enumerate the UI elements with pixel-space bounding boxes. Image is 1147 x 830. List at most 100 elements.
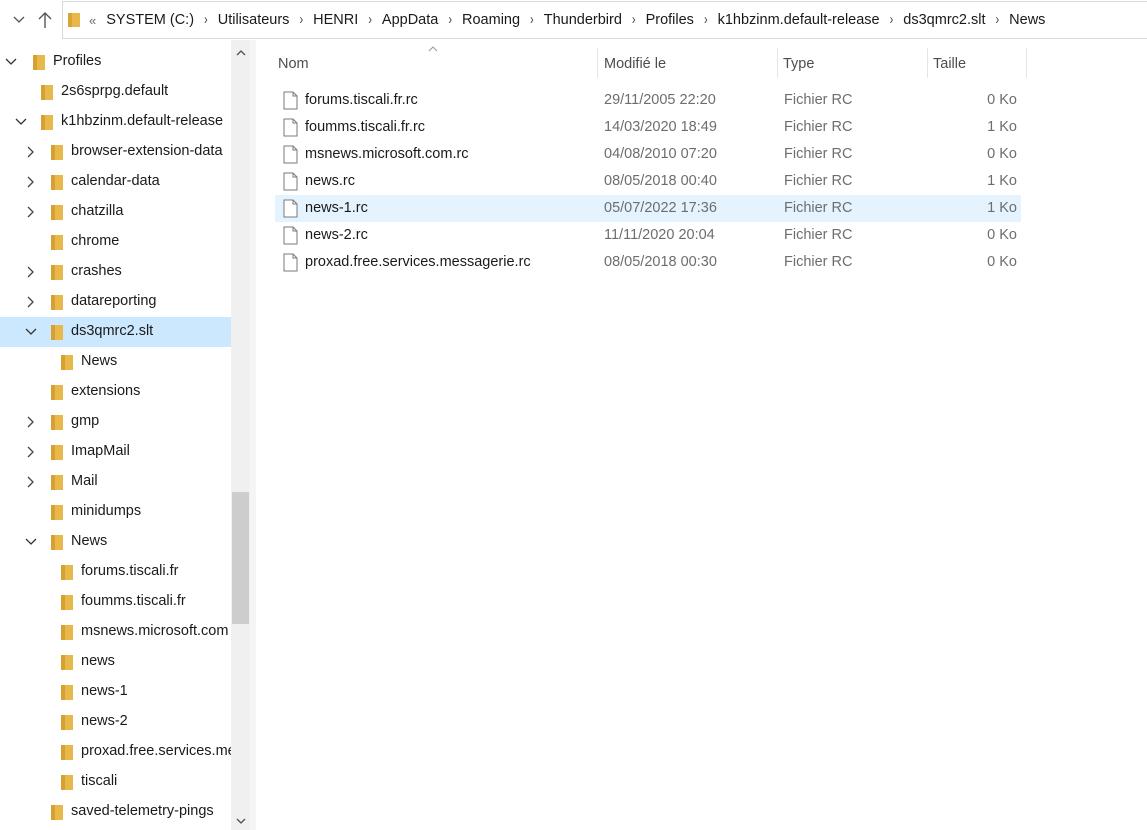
recent-locations-button[interactable] [8, 8, 30, 32]
nav-tree-label: News [71, 533, 108, 549]
breadcrumb-separator-icon[interactable]: › [526, 12, 538, 28]
breadcrumb-separator-icon[interactable]: › [200, 12, 212, 28]
column-header-modified[interactable]: Modifié le [604, 48, 776, 80]
nav-tree-item[interactable]: browser-extension-data [0, 137, 231, 167]
file-icon [283, 145, 298, 168]
breadcrumb-item[interactable]: Utilisateurs [212, 12, 296, 28]
chevron-right-icon[interactable] [24, 265, 38, 279]
overflow-crumb[interactable]: « [87, 13, 100, 28]
chevron-down-icon[interactable] [14, 115, 28, 129]
breadcrumb-item[interactable]: Thunderbird [538, 12, 628, 28]
file-modified: 11/11/2020 20:04 [604, 227, 715, 243]
column-divider[interactable] [597, 48, 598, 78]
file-type: Fichier RC [784, 173, 853, 189]
chevron-right-icon[interactable] [24, 295, 38, 309]
nav-tree-item[interactable]: minidumps [0, 497, 231, 527]
file-list: Nom Modifié le Type Taille forums.tiscal… [256, 40, 1147, 830]
column-header-name[interactable]: Nom [278, 48, 596, 80]
file-icon [283, 253, 298, 276]
file-row[interactable]: news-1.rc 05/07/2022 17:36 Fichier RC 1 Ko [275, 195, 1021, 222]
file-row[interactable]: news.rc 08/05/2018 00:40 Fichier RC 1 Ko [275, 168, 1021, 195]
file-size: 1 Ko [987, 173, 1017, 189]
file-row[interactable]: msnews.microsoft.com.rc 04/08/2010 07:20 F… [275, 141, 1021, 168]
nav-tree-item[interactable]: News [0, 527, 231, 557]
folder-icon [60, 624, 74, 645]
nav-tree-item[interactable]: datareporting [0, 287, 231, 317]
nav-tree-item[interactable]: news-1 [0, 677, 231, 707]
breadcrumb-separator-icon[interactable]: › [364, 12, 376, 28]
file-row[interactable]: forums.tiscali.fr.rc 29/11/2005 22:20 Fich… [275, 87, 1021, 114]
breadcrumb-item[interactable]: News [1003, 12, 1051, 28]
scroll-up-button[interactable] [231, 46, 250, 60]
breadcrumb-separator-icon[interactable]: › [444, 12, 456, 28]
up-button[interactable] [34, 8, 56, 32]
breadcrumb-item[interactable]: AppData [376, 12, 444, 28]
chevron-right-icon[interactable] [24, 145, 38, 159]
nav-tree-label: datareporting [71, 293, 157, 309]
file-name: news-2.rc [305, 227, 368, 243]
nav-tree-item[interactable]: forums.tiscali.fr [0, 557, 231, 587]
chevron-right-icon[interactable] [24, 175, 38, 189]
file-row[interactable]: foumms.tiscali.fr.rc 14/03/2020 18:49 Fich… [275, 114, 1021, 141]
nav-tree-item[interactable]: foumms.tiscali.fr [0, 587, 231, 617]
address-bar[interactable]: « SYSTEM (C:) › Utilisateurs › HENRI › AppData… [62, 1, 1147, 39]
chevron-right-icon[interactable] [24, 475, 38, 489]
nav-scrollbar[interactable] [231, 40, 250, 830]
nav-tree-item[interactable]: msnews.microsoft.com [0, 617, 231, 647]
breadcrumb-item[interactable]: SYSTEM (C:) [100, 12, 200, 28]
column-divider[interactable] [1026, 48, 1027, 78]
chevron-right-icon[interactable] [24, 445, 38, 459]
file-name: news.rc [305, 173, 355, 189]
file-row[interactable]: proxad.free.services.messagerie.rc 08/05/… [275, 249, 1021, 276]
nav-tree-item[interactable]: crashes [0, 257, 231, 287]
column-header-size[interactable]: Taille [933, 48, 1025, 80]
nav-tree-item[interactable]: gmp [0, 407, 231, 437]
breadcrumb-item[interactable]: Profiles [640, 12, 700, 28]
chevron-down-icon[interactable] [4, 55, 18, 69]
nav-tree-item[interactable]: calendar-data [0, 167, 231, 197]
column-header-label: Nom [278, 56, 309, 72]
nav-tree-item[interactable]: chrome [0, 227, 231, 257]
breadcrumb-item[interactable]: HENRI [307, 12, 364, 28]
breadcrumb-separator-icon[interactable]: › [628, 12, 640, 28]
nav-tree-item[interactable]: chatzilla [0, 197, 231, 227]
nav-tree-label: forums.tiscali.fr [81, 563, 179, 579]
file-name: proxad.free.services.messagerie.rc [305, 254, 531, 270]
nav-tree-item[interactable]: 2s6sprpg.default [0, 77, 231, 107]
file-size: 0 Ko [987, 227, 1017, 243]
scrollbar-thumb[interactable] [232, 492, 249, 624]
nav-tree-label: proxad.free.services.messagerie [81, 743, 231, 759]
file-row[interactable]: news-2.rc 11/11/2020 20:04 Fichier RC 0 Ko [275, 222, 1021, 249]
nav-tree-item[interactable]: extensions [0, 377, 231, 407]
chevron-down-icon [13, 16, 25, 23]
breadcrumb-separator-icon[interactable]: › [295, 12, 307, 28]
folder-icon [50, 174, 64, 195]
breadcrumb-separator-icon[interactable]: › [992, 12, 1004, 28]
breadcrumb-separator-icon[interactable]: › [886, 12, 898, 28]
nav-tree-label: msnews.microsoft.com [81, 623, 229, 639]
nav-tree-item[interactable]: proxad.free.services.messagerie [0, 737, 231, 767]
nav-tree-item[interactable]: saved-telemetry-pings [0, 797, 231, 827]
nav-tree-item[interactable]: tiscali [0, 767, 231, 797]
column-divider[interactable] [777, 48, 778, 78]
chevron-down-icon[interactable] [24, 535, 38, 549]
breadcrumb-separator-icon[interactable]: › [700, 12, 712, 28]
nav-tree-item[interactable]: ds3qmrc2.slt [0, 317, 231, 347]
chevron-right-icon[interactable] [24, 415, 38, 429]
breadcrumb-item[interactable]: k1hbzinm.default-release [712, 12, 886, 28]
scroll-down-button[interactable] [231, 814, 250, 828]
nav-tree-item[interactable]: news-2 [0, 707, 231, 737]
nav-tree-item[interactable]: Mail [0, 467, 231, 497]
column-header-type[interactable]: Type [783, 48, 923, 80]
nav-tree-item[interactable]: Profiles [0, 47, 231, 77]
breadcrumb-item[interactable]: ds3qmrc2.slt [897, 12, 991, 28]
nav-tree-item[interactable]: news [0, 647, 231, 677]
nav-tree-item[interactable]: k1hbzinm.default-release [0, 107, 231, 137]
chevron-up-icon [236, 50, 245, 56]
nav-tree-item[interactable]: ImapMail [0, 437, 231, 467]
breadcrumb-item[interactable]: Roaming [456, 12, 526, 28]
chevron-down-icon[interactable] [24, 325, 38, 339]
nav-tree-item[interactable]: News [0, 347, 231, 377]
column-divider[interactable] [927, 48, 928, 78]
chevron-right-icon[interactable] [24, 205, 38, 219]
